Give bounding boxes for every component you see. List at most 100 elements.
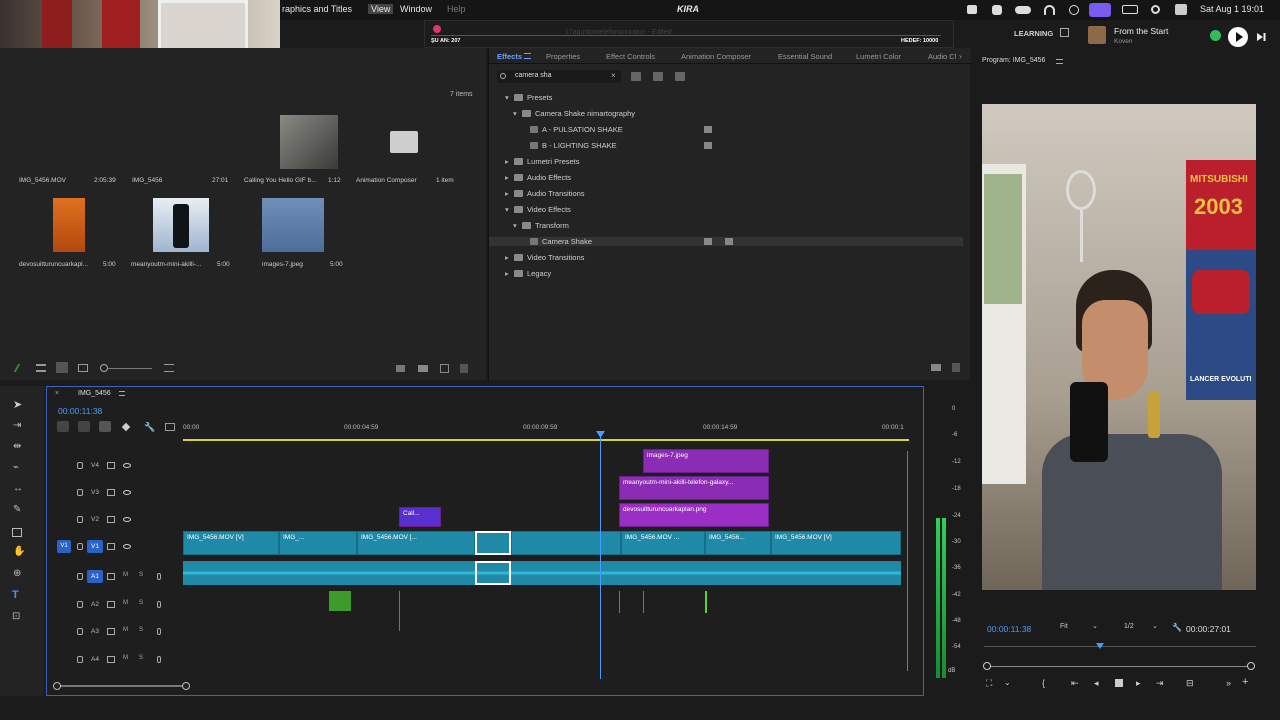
- sync-lock-icon[interactable]: [107, 628, 115, 635]
- track-name[interactable]: A1: [87, 570, 103, 583]
- clip-images-7[interactable]: images-7.jpeg: [643, 449, 769, 473]
- track-header-a1[interactable]: A1 M S: [47, 570, 181, 584]
- sort-icon[interactable]: [164, 364, 174, 372]
- fit-dropdown[interactable]: Fit ⌄: [1058, 622, 1100, 634]
- audio-clip-a2[interactable]: [329, 591, 351, 611]
- solo-button[interactable]: S: [139, 572, 143, 578]
- clip-calling-gif[interactable]: Call...: [399, 507, 441, 527]
- chevron-down-icon[interactable]: ▾: [513, 221, 522, 230]
- sync-lock-icon[interactable]: [107, 656, 115, 663]
- thumbnail-galaxy-phone[interactable]: [153, 198, 209, 252]
- step-forward-icon[interactable]: ▸: [1136, 678, 1141, 689]
- sync-lock-icon[interactable]: [107, 573, 115, 580]
- safe-margins-icon[interactable]: ⛶: [986, 678, 992, 689]
- tab-audio-clip[interactable]: Audio Cl: [928, 52, 956, 61]
- add-button-icon[interactable]: +: [1242, 676, 1248, 688]
- vertical-scrollbar[interactable]: [907, 451, 908, 671]
- icon-view-icon[interactable]: [56, 362, 68, 373]
- close-sequence-icon[interactable]: ×: [55, 390, 59, 397]
- track-name[interactable]: V3: [87, 486, 103, 499]
- eye-icon[interactable]: [123, 544, 131, 549]
- learning-tab[interactable]: LEARNING: [1014, 29, 1053, 38]
- trash-icon[interactable]: [460, 364, 468, 373]
- solo-button[interactable]: S: [139, 655, 143, 661]
- ripple-edit-tool-icon[interactable]: ⇹: [13, 441, 21, 452]
- thumbnail-calling-gif[interactable]: [280, 115, 338, 169]
- go-to-in-icon[interactable]: ⇤: [1071, 678, 1079, 689]
- slip-tool-icon[interactable]: ↔: [13, 483, 23, 494]
- chevron-right-icon[interactable]: ▸: [505, 189, 514, 198]
- next-icon[interactable]: [1256, 32, 1266, 42]
- time-ruler[interactable]: 00:00 00:00:04:59 00:00:09:59 00:00:14:5…: [183, 417, 911, 441]
- track-name[interactable]: V4: [87, 459, 103, 472]
- new-bin-icon[interactable]: [418, 365, 428, 372]
- effects-tree-item[interactable]: ▸ Audio Effects: [505, 173, 571, 182]
- razor-tool-icon[interactable]: ⌁: [13, 462, 19, 473]
- delete-effect-icon[interactable]: [952, 363, 960, 372]
- effects-tree-item[interactable]: ▾ Presets: [505, 93, 552, 102]
- audio-clip-a1[interactable]: [183, 561, 901, 585]
- pencil-icon[interactable]: [13, 364, 27, 372]
- yuv-effects-icon[interactable]: [675, 72, 685, 81]
- hand-tool-icon[interactable]: ✋: [13, 546, 25, 557]
- accelerated-effects-icon[interactable]: [631, 72, 641, 81]
- skype-icon[interactable]: [992, 5, 1002, 15]
- rectangle-tool-icon[interactable]: [12, 528, 22, 537]
- scroll-handle-left[interactable]: [53, 682, 61, 690]
- selection-tool-icon[interactable]: ➤: [13, 398, 22, 411]
- clip-v1[interactable]: IMG_5456.MOV [V]: [771, 531, 901, 555]
- sync-lock-icon[interactable]: [107, 462, 115, 469]
- mute-button[interactable]: M: [123, 655, 128, 661]
- audio-clip-selected[interactable]: [475, 561, 511, 585]
- chevron-down-icon[interactable]: ▾: [505, 205, 514, 214]
- caption-tool-icon[interactable]: ⊡: [12, 611, 20, 622]
- effects-search-box[interactable]: camera sha ×: [497, 70, 621, 83]
- search-icon[interactable]: [1151, 5, 1160, 14]
- more-controls-icon[interactable]: »: [1226, 678, 1231, 688]
- chevron-right-icon[interactable]: ▸: [505, 253, 514, 262]
- tab-essential-sound[interactable]: Essential Sound: [778, 52, 832, 61]
- sync-lock-icon[interactable]: [107, 543, 115, 550]
- track-name[interactable]: V1: [87, 540, 103, 553]
- captions-icon[interactable]: [165, 423, 175, 431]
- step-back-icon[interactable]: ◂: [1094, 678, 1099, 689]
- effects-search-input[interactable]: camera sha: [515, 72, 552, 79]
- stop-icon[interactable]: [1115, 679, 1123, 687]
- mute-button[interactable]: M: [123, 627, 128, 633]
- effects-tree-item[interactable]: ▸ Legacy: [505, 269, 551, 278]
- clip-galaxy-phone[interactable]: meanyoutm-mini-akilli-telefon-galaxy...: [619, 476, 769, 500]
- linked-selection-icon[interactable]: [99, 421, 111, 432]
- clear-search-icon[interactable]: ×: [611, 71, 616, 80]
- list-view-icon[interactable]: [36, 364, 46, 372]
- track-header-a2[interactable]: A2 M S: [47, 598, 181, 612]
- track-header-v4[interactable]: V4: [47, 459, 181, 473]
- type-tool-icon[interactable]: T: [12, 589, 19, 601]
- effects-tree-item[interactable]: ▾ Transform: [513, 221, 569, 230]
- new-custom-bin-icon[interactable]: [931, 364, 941, 371]
- track-select-tool-icon[interactable]: ⇥: [13, 420, 21, 431]
- screen-record-icon[interactable]: [1089, 3, 1111, 17]
- 32bit-effects-icon[interactable]: [653, 72, 663, 81]
- video-frame[interactable]: MITSUBISHI 2003 LANCER EVOLUTI: [982, 104, 1256, 590]
- sync-lock-icon[interactable]: [107, 601, 115, 608]
- thumbnail-images-7[interactable]: [262, 198, 324, 252]
- clip-v1-selected[interactable]: [475, 531, 511, 555]
- sync-lock-icon[interactable]: [107, 516, 115, 523]
- lock-icon[interactable]: [77, 543, 83, 550]
- mute-button[interactable]: M: [123, 600, 128, 606]
- mic-icon[interactable]: [157, 573, 161, 580]
- effects-tree-item[interactable]: ▸ Audio Transitions: [505, 189, 585, 198]
- lock-icon[interactable]: [77, 656, 83, 663]
- menu-window[interactable]: Window: [400, 4, 432, 14]
- lift-icon[interactable]: ⊟: [1186, 678, 1194, 689]
- mic-icon[interactable]: [157, 628, 161, 635]
- zoom-slider-track[interactable]: [108, 368, 152, 369]
- sequence-menu-icon[interactable]: [119, 391, 125, 396]
- menu-help[interactable]: Help: [447, 4, 466, 14]
- menu-graphics[interactable]: raphics and Titles: [282, 4, 352, 14]
- settings-wrench-icon[interactable]: 🔧: [144, 422, 155, 433]
- app-icon[interactable]: [967, 5, 977, 14]
- chevron-right-icon[interactable]: ▸: [505, 173, 514, 182]
- workspace-icon[interactable]: [1060, 28, 1069, 37]
- thumbnail-animation-composer-folder[interactable]: [390, 131, 418, 153]
